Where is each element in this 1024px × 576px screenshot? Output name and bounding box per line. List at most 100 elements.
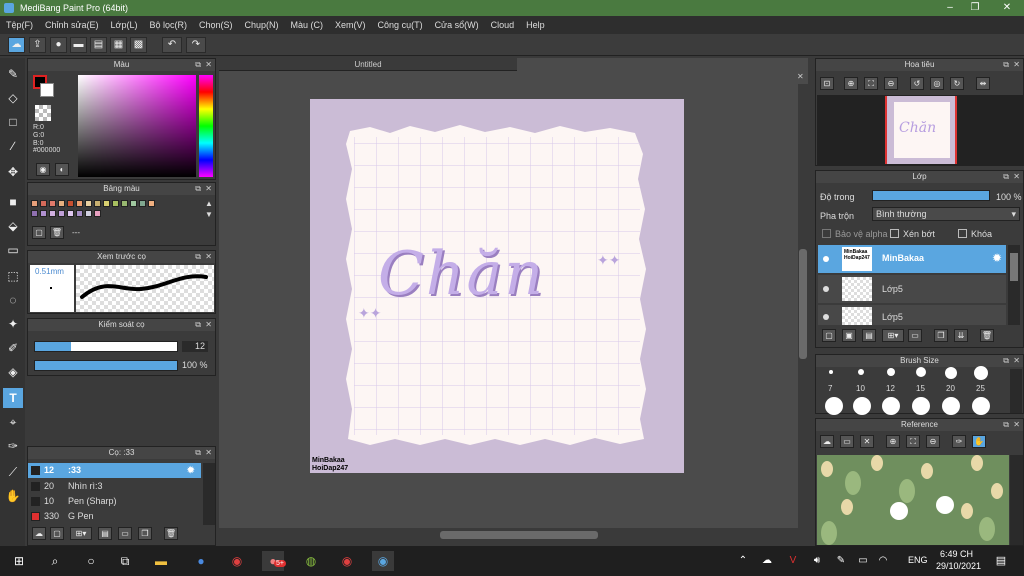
brush-size-dot[interactable] — [916, 367, 926, 377]
reset-rotate-icon[interactable]: ◎ — [930, 77, 944, 90]
background-color-swatch[interactable] — [40, 83, 54, 97]
close-panel-icon[interactable]: ✕ — [1013, 59, 1020, 71]
page-icon[interactable]: ▤ — [90, 37, 107, 53]
layer-row[interactable]: Lớp5 — [818, 305, 1006, 325]
search-icon[interactable]: ⌕ — [44, 551, 66, 571]
language-indicator[interactable]: ENG — [908, 555, 928, 565]
grid-icon[interactable]: ▩ — [130, 37, 147, 53]
color-mode-icon[interactable]: ◐ — [55, 163, 69, 176]
layer-scroll-thumb[interactable] — [1010, 253, 1018, 281]
comment-icon[interactable]: ● — [50, 37, 67, 53]
menu-cloud[interactable]: Cloud — [485, 20, 521, 30]
fill-rect-tool-icon[interactable]: ■ — [3, 192, 23, 212]
reference-scrollbar[interactable] — [1010, 455, 1023, 545]
popout-icon[interactable]: ⧉ — [195, 59, 201, 71]
close-panel-icon[interactable]: ✕ — [1013, 419, 1020, 431]
transparent-color-swatch[interactable] — [35, 105, 51, 121]
palette-swatch[interactable] — [58, 210, 65, 217]
select-eraser-icon[interactable]: ◈ — [3, 362, 23, 382]
gear-icon[interactable]: ✹ — [992, 251, 1002, 265]
zoom-fit-icon[interactable]: ⊡ — [820, 77, 834, 90]
lasso-tool-icon[interactable]: ◌ — [3, 290, 23, 310]
palette-swatch[interactable] — [94, 200, 101, 207]
vivaldi-icon[interactable]: V — [782, 551, 804, 571]
popout-icon[interactable]: ⧉ — [195, 447, 201, 459]
menu-window[interactable]: Cửa sổ(W) — [429, 20, 485, 30]
palette-swatch[interactable] — [112, 200, 119, 207]
popout-icon[interactable]: ⧉ — [195, 183, 201, 195]
zoom-out-icon[interactable]: ⊖ — [926, 435, 940, 448]
rotate-right-icon[interactable]: ↻ — [950, 77, 964, 90]
duplicate-brush-icon[interactable]: ❐ — [138, 527, 152, 540]
close-reference-icon[interactable]: ✕ — [860, 435, 874, 448]
add-layer-menu-icon[interactable]: ⊞▾ — [882, 329, 904, 342]
layer-folder-icon[interactable]: ▭ — [908, 329, 922, 342]
new-layer-icon[interactable]: ▢ — [822, 329, 836, 342]
layer-row[interactable]: Lớp5 — [818, 275, 1006, 303]
palette-swatch[interactable] — [130, 200, 137, 207]
zoom-app-icon[interactable]: ● — [190, 551, 212, 571]
horizontal-scroll-thumb[interactable] — [440, 531, 598, 539]
tab-untitled[interactable]: Untitled — [219, 58, 517, 71]
operation-tool-icon[interactable]: ⌖ — [3, 412, 23, 432]
popout-icon[interactable]: ⧉ — [1003, 171, 1009, 183]
delete-layer-icon[interactable]: 🗑 — [980, 329, 994, 342]
reference-image[interactable] — [817, 455, 1009, 545]
palette-delete-icon[interactable]: 🗑 — [50, 226, 64, 239]
layer-row[interactable]: MinBakaa HoiDap247 MinBakaa ✹ — [818, 245, 1006, 273]
color-picker-square[interactable] — [78, 75, 196, 177]
battery-icon[interactable]: ▭ — [852, 551, 874, 571]
brush-size-dot[interactable] — [882, 397, 900, 415]
menu-select[interactable]: Chọn(S) — [193, 20, 239, 30]
hand-icon[interactable]: ✋ — [972, 435, 986, 448]
redo-icon[interactable]: ↷ — [186, 37, 206, 53]
cortana-icon[interactable]: ○ — [80, 551, 102, 571]
eyedropper-tool-icon[interactable]: ✑ — [3, 436, 23, 456]
brush-size-dot[interactable] — [825, 397, 843, 415]
layer-opacity-slider[interactable] — [872, 190, 990, 201]
close-button[interactable]: ✕ — [992, 0, 1022, 16]
open-folder-icon[interactable]: ▭ — [840, 435, 854, 448]
palette-swatch[interactable] — [139, 200, 146, 207]
brush-size-scrollbar[interactable] — [1010, 369, 1022, 413]
gear-icon[interactable]: ✹ — [187, 463, 195, 478]
close-panel-icon[interactable]: ✕ — [205, 319, 212, 331]
blend-mode-select[interactable]: Bình thường ▾ — [872, 207, 1020, 221]
brush-size-dot[interactable] — [972, 397, 990, 415]
bucket-tool-icon[interactable]: ⬙ — [3, 216, 23, 236]
brush-list-scrollbar[interactable] — [203, 463, 215, 525]
brush-list-item[interactable]: 10 Pen (Sharp) — [28, 494, 201, 509]
palette-swatch[interactable] — [31, 210, 38, 217]
gradient-tool-icon[interactable]: ▭ — [3, 240, 23, 260]
dropper-tool-icon[interactable]: ⟋ — [3, 462, 23, 482]
vertical-scrollbar[interactable] — [798, 84, 808, 528]
close-panel-icon[interactable]: ✕ — [205, 447, 212, 459]
navigator-preview[interactable]: Chăn — [817, 95, 1023, 165]
restore-button[interactable]: ❐ — [960, 0, 990, 16]
zoom-actual-icon[interactable]: ⛶ — [906, 435, 920, 448]
zoom-out-icon[interactable]: ⊖ — [884, 77, 898, 90]
notifications-icon[interactable]: ▤ — [990, 551, 1012, 571]
menu-file[interactable]: Tệp(F) — [0, 20, 39, 30]
eyedropper-icon[interactable]: ✑ — [952, 435, 966, 448]
protect-alpha-checkbox[interactable] — [822, 229, 831, 238]
brush-tool-icon[interactable]: ✎ — [3, 64, 23, 84]
horizontal-scrollbar[interactable] — [230, 530, 798, 540]
magic-wand-icon[interactable]: ✦ — [3, 314, 23, 334]
palette-swatch[interactable] — [58, 200, 65, 207]
close-panel-icon[interactable]: ✕ — [1013, 171, 1020, 183]
popout-icon[interactable]: ⧉ — [1003, 355, 1009, 367]
visibility-icon[interactable] — [823, 314, 829, 320]
palette-swatch[interactable] — [40, 200, 47, 207]
duplicate-layer-icon[interactable]: ❐ — [934, 329, 948, 342]
cloud-reference-icon[interactable]: ☁ — [820, 435, 834, 448]
delete-brush-icon[interactable]: 🗑 — [164, 527, 178, 540]
menu-edit[interactable]: Chỉnh sửa(E) — [39, 20, 105, 30]
menu-help[interactable]: Help — [520, 20, 551, 30]
brush-size-dot[interactable] — [858, 369, 864, 375]
palette-swatch[interactable] — [76, 210, 83, 217]
menu-color[interactable]: Màu (C) — [285, 20, 330, 30]
palette-swatch[interactable] — [49, 210, 56, 217]
brush-list-item[interactable]: 12 :33 ✹ — [28, 463, 201, 478]
palette-swatch[interactable] — [85, 200, 92, 207]
